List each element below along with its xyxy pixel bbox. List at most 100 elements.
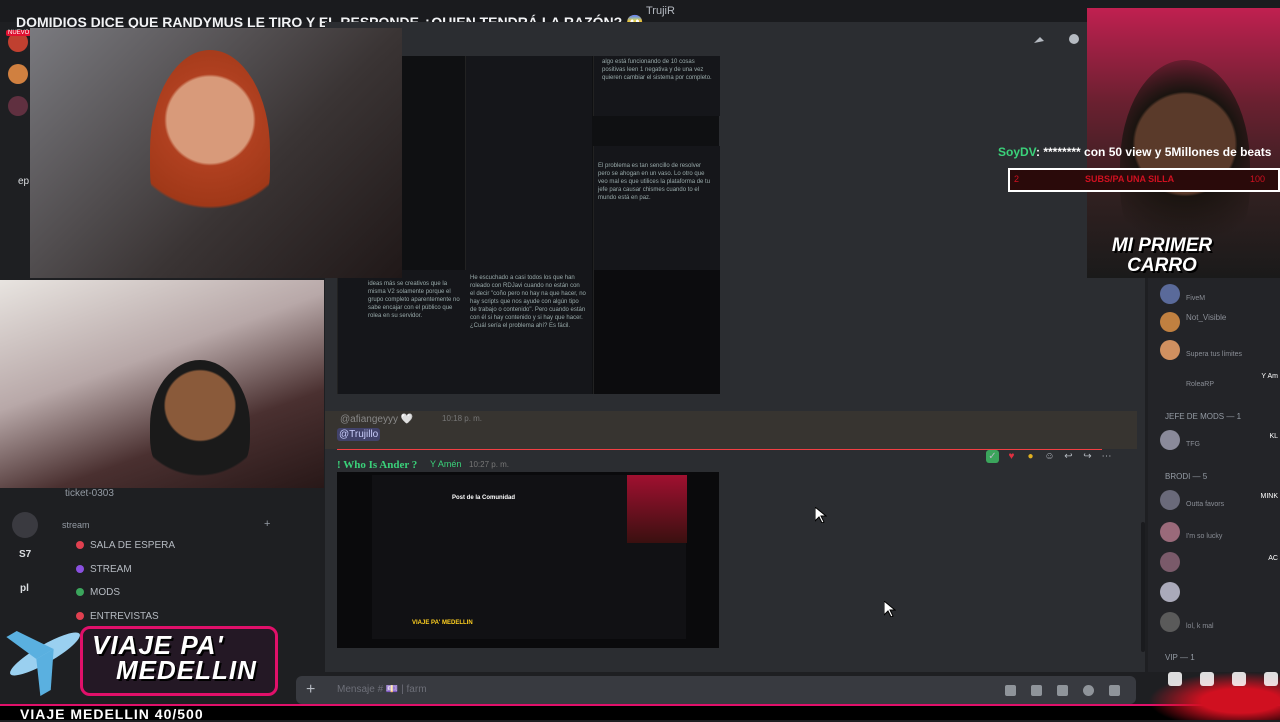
screenshot-tile	[465, 56, 592, 270]
embed-title: Post de la Comunidad	[452, 495, 516, 501]
embed-thumbnail	[627, 475, 687, 543]
member-row[interactable]: lol, k mal	[1160, 612, 1278, 634]
composer-toolbar	[1005, 683, 1135, 701]
server-icon[interactable]: S7	[19, 549, 31, 560]
emoji-icon[interactable]: ●	[1024, 450, 1037, 463]
member-row[interactable]: TFG KL	[1160, 430, 1278, 452]
caption-line: MI PRIMER	[1111, 235, 1213, 256]
heart-icon[interactable]: ♥	[1005, 450, 1018, 463]
member-status: Outta favors	[1186, 501, 1225, 508]
chat-overlay-message: SoyDV: ******** con 50 view y 5Millones …	[998, 145, 1271, 159]
add-reaction-icon[interactable]: ☺	[1043, 450, 1056, 463]
add-channel-icon[interactable]: +	[264, 518, 270, 530]
like-icon	[1168, 672, 1182, 686]
chat-username: SoyDV	[998, 145, 1037, 159]
message-actions: ✓ ♥ ● ☺ ↩ ↪ ⋯	[986, 448, 1119, 464]
streamer-figure	[150, 360, 250, 490]
channel-label: ENTREVISTAS	[90, 611, 159, 622]
window-title: TrujiR	[646, 5, 675, 17]
streamer-figure	[150, 50, 270, 250]
screenshot-tile: El problema es tan sencillo de resolver …	[593, 146, 720, 270]
sub-goal-label: SUBS/PA UNA SILLA	[1085, 174, 1175, 184]
avatar[interactable]	[8, 64, 28, 84]
avatar	[1160, 430, 1180, 450]
server-avatar[interactable]	[12, 512, 38, 538]
avatar	[1160, 582, 1180, 602]
member-row[interactable]: RoleaRP Y Am	[1160, 370, 1278, 392]
composer-placeholder[interactable]: Mensaje # 💷 | farm	[337, 684, 427, 695]
phone-icon	[76, 541, 84, 549]
screenshot-tile	[593, 270, 720, 394]
embed-screenshot: Post de la Comunidad VIAJE PA' MEDELLIN	[372, 475, 687, 639]
member-name: Not_Visible	[1186, 313, 1227, 322]
member-row[interactable]: Supera tus límites	[1160, 340, 1278, 362]
category-stream[interactable]: stream	[62, 520, 90, 530]
member-row[interactable]: FiveM	[1160, 284, 1278, 306]
screenshot-text: El problema es tan sencillo de resolver …	[598, 163, 711, 201]
gif-icon[interactable]	[1031, 685, 1042, 696]
avatar	[1160, 312, 1180, 332]
more-icon[interactable]: ⋯	[1100, 450, 1113, 463]
server-icon[interactable]: ep	[18, 176, 29, 187]
voice-channel[interactable]: STREAM	[62, 564, 132, 575]
member-row[interactable]: Not_Visible	[1160, 312, 1278, 334]
chat-text: : ******** con 50 view y 5Millones de be…	[1036, 145, 1272, 159]
apps-icon[interactable]	[1109, 685, 1120, 696]
gift-icon[interactable]	[1005, 685, 1016, 696]
user-mention[interactable]: @Trujillo	[337, 428, 381, 441]
avatar[interactable]	[8, 96, 28, 116]
pin-icon[interactable]	[1030, 31, 1090, 47]
member-row[interactable]	[1160, 582, 1278, 604]
member-row[interactable]: AC	[1160, 552, 1278, 574]
member-row[interactable]: I'm so lucky	[1160, 522, 1278, 544]
mouse-cursor-icon	[814, 505, 828, 528]
sticker-icon[interactable]	[1057, 685, 1068, 696]
member-status: lol, k mal	[1186, 623, 1214, 630]
image-attachment[interactable]: Post de la Comunidad VIAJE PA' MEDELLIN	[337, 472, 719, 648]
chat-scrollbar[interactable]	[1141, 522, 1145, 652]
server-icon[interactable]: pl	[20, 583, 29, 594]
embed-caption: VIAJE PA' MEDELLIN	[412, 620, 473, 626]
screenshot-text: algo está funcionando de 10 cosas positi…	[602, 59, 712, 81]
avatar	[1160, 490, 1180, 510]
new-badge: NUEVO	[6, 30, 32, 36]
check-icon[interactable]: ✓	[986, 450, 999, 464]
member-row[interactable]: Outta favors MINK	[1160, 490, 1278, 512]
channel-ticket[interactable]: ticket-0303	[65, 488, 114, 499]
trip-badge-line2: MEDELLIN	[116, 655, 257, 685]
voice-channel[interactable]: MODS	[62, 587, 120, 598]
voice-channel[interactable]: SALA DE ESPERA	[62, 540, 175, 551]
airplane-icon	[0, 600, 90, 708]
screenshot-tile: ideas más se creativos que la misma V2 s…	[337, 270, 466, 394]
screenshot-tile: algo está funcionando de 10 cosas positi…	[593, 56, 720, 116]
avatar	[1160, 612, 1180, 632]
section-header-brodi: BRODI — 5	[1165, 472, 1208, 481]
section-header-mods: JEFE DE MODS — 1	[1165, 412, 1242, 421]
member-status: RoleaRP	[1186, 381, 1215, 388]
member-status: I'm so lucky	[1186, 533, 1223, 540]
reply-icon[interactable]: ↩	[1062, 450, 1075, 463]
forward-icon[interactable]: ↪	[1081, 450, 1094, 463]
channel-label: MODS	[90, 587, 120, 598]
role-tag: AC	[1268, 555, 1278, 562]
social-icons	[1168, 672, 1278, 691]
stream-icon	[76, 565, 84, 573]
screenshot-text: He escuchado a casi todos los que han ro…	[470, 275, 586, 329]
attach-plus-icon[interactable]: +	[306, 681, 315, 699]
avatar	[1160, 340, 1180, 360]
role-tag: Y Amén	[430, 459, 462, 469]
channel-label: STREAM	[90, 564, 132, 575]
avatar	[1160, 522, 1180, 542]
message-author[interactable]: @afiangeyyy 🤍	[340, 414, 413, 425]
recent-avatars	[8, 32, 32, 128]
role-tag: Y Am	[1261, 373, 1278, 380]
message-timestamp: 10:27 p. m.	[469, 460, 510, 469]
emoji-icon[interactable]	[1083, 685, 1094, 696]
screenshot-text: ideas más se creativos que la misma V2 s…	[368, 281, 460, 319]
mods-icon	[76, 588, 84, 596]
member-status: Supera tus límites	[1186, 351, 1243, 358]
role-tag: MINK	[1260, 493, 1279, 500]
message-author[interactable]: ! Who Is Ander ?	[337, 459, 417, 471]
role-tag: KL	[1269, 433, 1278, 440]
member-status: TFG	[1186, 441, 1200, 448]
